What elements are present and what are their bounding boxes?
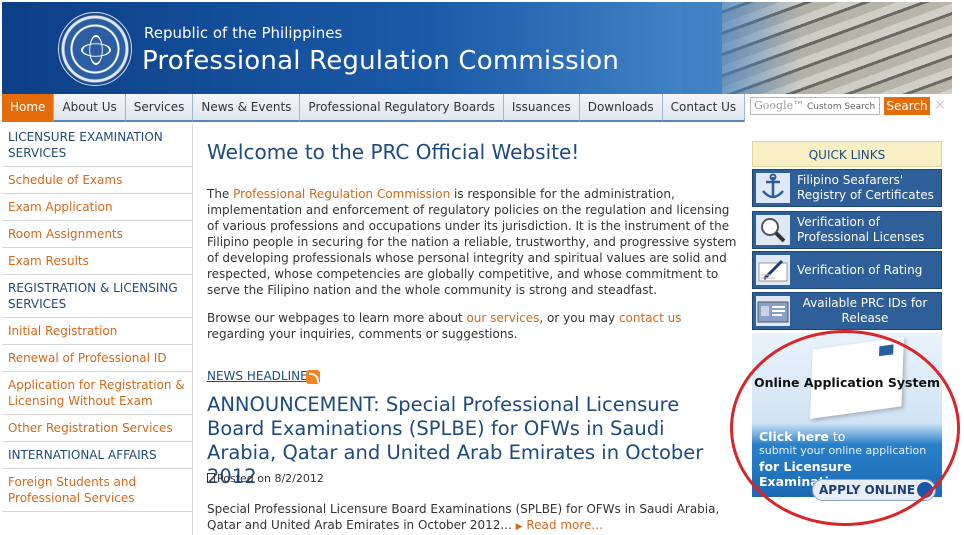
sidebar-item-other-registration-services[interactable]: Other Registration Services bbox=[2, 415, 192, 442]
sidebar-heading-international-affairs[interactable]: INTERNATIONAL AFFAIRS bbox=[2, 442, 192, 469]
nav-tab-services[interactable]: Services bbox=[125, 94, 194, 122]
sidebar-item-registration-without-exam[interactable]: Application for Registration & Licensing… bbox=[2, 372, 192, 415]
page-title: Welcome to the PRC Official Website! bbox=[207, 140, 580, 164]
sidebar-heading-licensure-exam-services[interactable]: LICENSURE EXAMINATION SERVICES bbox=[2, 124, 192, 167]
sidebar-heading-registration-licensing[interactable]: REGISTRATION & LICENSING SERVICES bbox=[2, 275, 192, 318]
sidebar-item-room-assignments[interactable]: Room Assignments bbox=[2, 221, 192, 248]
search-input[interactable]: Google™ Custom Search bbox=[750, 97, 880, 115]
quicklink-available-prc-ids[interactable]: Available PRC IDs for Release bbox=[752, 292, 942, 330]
clear-search-icon[interactable]: × bbox=[934, 98, 946, 112]
browse-paragraph: Browse our webpages to learn more about … bbox=[207, 311, 682, 341]
pen-icon bbox=[756, 255, 790, 285]
quicklink-verify-rating[interactable]: Verification of Rating bbox=[752, 251, 942, 289]
nav-tab-home[interactable]: Home bbox=[2, 94, 55, 122]
prc-seal-logo[interactable] bbox=[58, 12, 132, 86]
quick-links-title: QUICK LINKS bbox=[752, 141, 942, 167]
anchor-icon bbox=[756, 173, 790, 203]
nav-tab-issuances[interactable]: Issuances bbox=[503, 94, 580, 122]
header-republic: Republic of the Philippines bbox=[144, 24, 343, 42]
rss-feed-icon[interactable] bbox=[306, 370, 320, 384]
nav-tab-regulatory-boards[interactable]: Professional Regulatory Boards bbox=[300, 94, 504, 122]
highlight-circle-annotation bbox=[730, 330, 960, 526]
site-header: Republic of the Philippines Professional… bbox=[2, 2, 952, 94]
read-more-link[interactable]: Read more... bbox=[526, 518, 603, 532]
search-button[interactable]: Search bbox=[884, 97, 930, 115]
news-headline-link[interactable]: NEWS HEADLINE bbox=[207, 369, 308, 383]
nav-tab-news-events[interactable]: News & Events bbox=[193, 94, 301, 122]
document-icon bbox=[207, 473, 215, 483]
header-commission-title: Professional Regulation Commission bbox=[142, 46, 620, 76]
nav-tab-about-us[interactable]: About Us bbox=[54, 94, 126, 122]
intro-paragraph: The Professional Regulation Commission i… bbox=[207, 187, 737, 297]
main-navigation: Home About Us Services News & Events Pro… bbox=[2, 94, 952, 122]
sidebar-item-initial-registration[interactable]: Initial Registration bbox=[2, 318, 192, 345]
google-logo: Google™ bbox=[754, 99, 805, 112]
quicklink-seafarers-registry[interactable]: Filipino Seafarers' Registry of Certific… bbox=[752, 169, 942, 207]
sidebar-menu: LICENSURE EXAMINATION SERVICES Schedule … bbox=[2, 124, 193, 535]
search-placeholder: Custom Search bbox=[806, 102, 876, 112]
news-posted-date: Posted on 8/2/2012 bbox=[207, 472, 324, 485]
our-services-link[interactable]: our services bbox=[466, 311, 539, 325]
news-excerpt: Special Professional Licensure Board Exa… bbox=[207, 502, 720, 532]
quicklink-verify-licenses[interactable]: Verification of Professional Licenses bbox=[752, 211, 942, 249]
contact-us-link[interactable]: contact us bbox=[619, 311, 682, 325]
sidebar-item-foreign-students[interactable]: Foreign Students and Professional Servic… bbox=[2, 469, 192, 512]
nav-tab-downloads[interactable]: Downloads bbox=[579, 94, 663, 122]
prc-link[interactable]: Professional Regulation Commission bbox=[233, 187, 450, 201]
arrow-right-icon: ▶ bbox=[515, 522, 523, 532]
sidebar-item-renewal-professional-id[interactable]: Renewal of Professional ID bbox=[2, 345, 192, 372]
sidebar-item-schedule-of-exams[interactable]: Schedule of Exams bbox=[2, 167, 192, 194]
sidebar-item-exam-results[interactable]: Exam Results bbox=[2, 248, 192, 275]
sidebar-item-exam-application[interactable]: Exam Application bbox=[2, 194, 192, 221]
nav-tab-contact-us[interactable]: Contact Us bbox=[662, 94, 746, 122]
magnifier-icon bbox=[756, 215, 790, 245]
main-content: Welcome to the PRC Official Website! The… bbox=[207, 140, 737, 342]
id-card-icon bbox=[756, 296, 790, 326]
